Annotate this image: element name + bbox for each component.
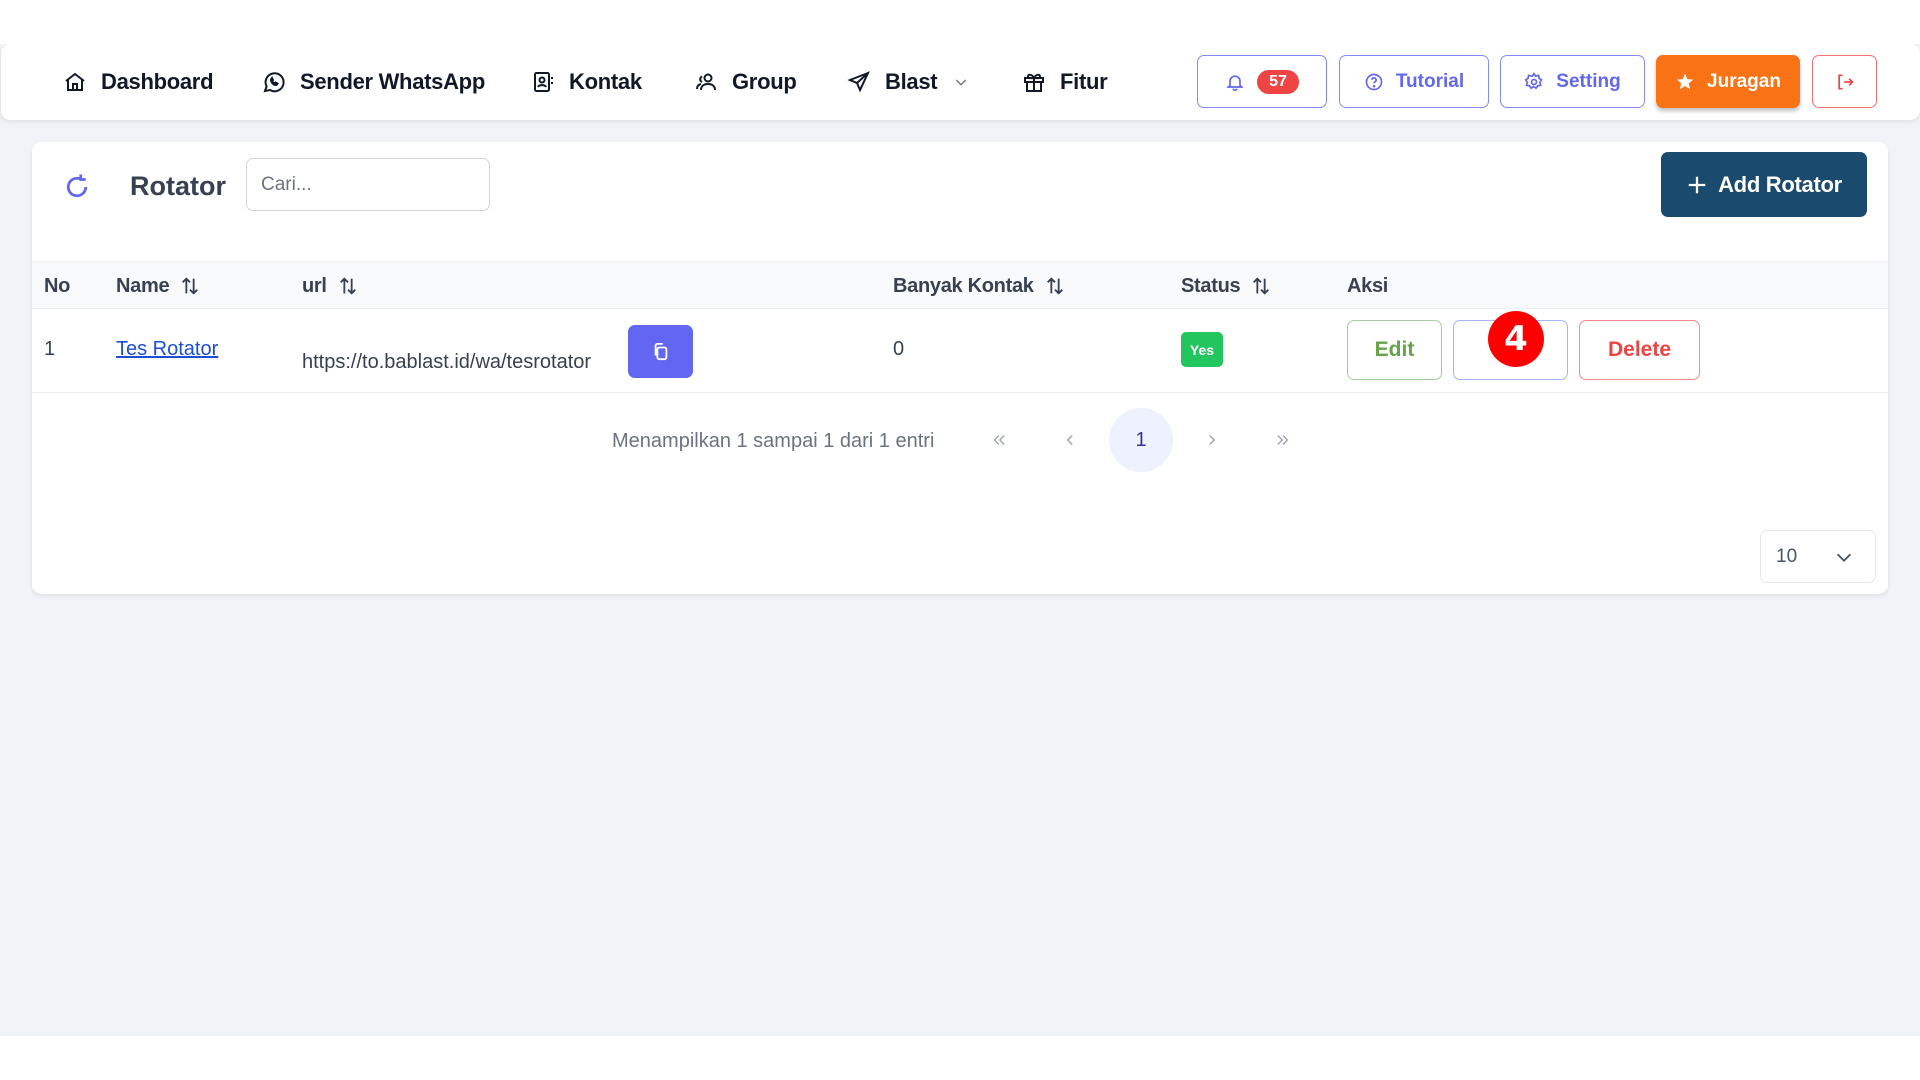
bell-icon <box>1226 74 1244 91</box>
nav-fitur[interactable]: Fitur <box>1022 44 1108 120</box>
rotator-card: Rotator Add Rotator No Name url Banyak K… <box>32 142 1888 594</box>
gear-icon <box>1524 71 1543 89</box>
row-name-link[interactable]: Tes Rotator <box>116 338 218 361</box>
column-header-url[interactable]: url <box>302 262 359 310</box>
sort-icon[interactable] <box>179 275 201 297</box>
nav-group-label: Group <box>732 69 797 94</box>
setting-label: Setting <box>1556 70 1621 92</box>
chevron-left-icon <box>1066 435 1073 445</box>
nav-blast[interactable]: Blast <box>847 44 969 120</box>
chevrons-right-icon <box>1277 435 1289 445</box>
logout-button[interactable] <box>1812 55 1877 108</box>
column-header-aksi: Aksi <box>1347 262 1388 310</box>
column-label: url <box>302 274 327 297</box>
per-page-select[interactable]: 10 <box>1760 530 1876 583</box>
juragan-button[interactable]: Juragan <box>1656 55 1800 108</box>
plus-icon <box>1688 176 1706 193</box>
step-marker-badge: 4 <box>1488 311 1544 367</box>
chevron-down-icon <box>1836 553 1852 562</box>
page-title: Rotator <box>130 171 226 201</box>
column-header-name[interactable]: Name <box>116 262 201 310</box>
copy-url-button[interactable] <box>628 325 693 378</box>
nav-sender-whatsapp[interactable]: Sender WhatsApp <box>262 44 485 120</box>
edit-button[interactable]: Edit <box>1347 320 1442 380</box>
send-icon <box>847 71 870 93</box>
sort-icon[interactable] <box>1044 275 1066 297</box>
juragan-label: Juragan <box>1707 70 1781 92</box>
nav-dashboard-label: Dashboard <box>101 69 214 94</box>
refresh-icon <box>66 174 88 198</box>
setting-button[interactable]: Setting <box>1500 55 1645 108</box>
column-label: Name <box>116 274 170 297</box>
gift-icon <box>1024 73 1044 92</box>
nav-blast-label: Blast <box>885 69 938 94</box>
chevron-right-icon <box>1209 435 1216 445</box>
pagination-info: Menampilkan 1 sampai 1 dari 1 entri <box>612 430 935 452</box>
copy-icon <box>654 342 667 360</box>
nav-fitur-label: Fitur <box>1060 69 1108 94</box>
sort-icon[interactable] <box>1250 275 1272 297</box>
column-header-banyak-kontak[interactable]: Banyak Kontak <box>893 262 1066 310</box>
nav-group[interactable]: Group <box>694 44 797 120</box>
table-header: No Name url Banyak Kontak Status Aksi <box>32 261 1888 309</box>
notifications-button[interactable]: 57 <box>1197 55 1327 108</box>
column-header-status[interactable]: Status <box>1181 262 1272 310</box>
nav-kontak-label: Kontak <box>569 69 642 94</box>
column-label: Banyak Kontak <box>893 274 1034 297</box>
per-page-value: 10 <box>1776 545 1798 567</box>
column-label: No <box>44 274 71 297</box>
logout-icon <box>1837 74 1854 89</box>
first-page-button[interactable] <box>967 408 1031 472</box>
add-rotator-label: Add Rotator <box>1718 171 1842 197</box>
tutorial-label: Tutorial <box>1395 70 1465 92</box>
contact-book-icon <box>534 72 553 92</box>
delete-button[interactable]: Delete <box>1579 320 1700 380</box>
column-label: Aksi <box>1347 274 1389 297</box>
search-input[interactable] <box>246 158 490 211</box>
home-icon <box>65 72 85 91</box>
nav-dashboard[interactable]: Dashboard <box>63 44 214 120</box>
next-page-button[interactable] <box>1180 408 1244 472</box>
help-circle-icon <box>1365 73 1383 90</box>
row-no: 1 <box>44 338 56 360</box>
sort-icon[interactable] <box>337 275 359 297</box>
tutorial-button[interactable]: Tutorial <box>1339 55 1489 108</box>
nav-sender-whatsapp-label: Sender WhatsApp <box>300 69 485 94</box>
page-button-current[interactable]: 1 <box>1109 408 1173 472</box>
table-row: 1 Tes Rotator https://to.bablast.id/wa/t… <box>32 309 1888 393</box>
whatsapp-icon <box>263 72 285 93</box>
users-icon <box>696 73 716 91</box>
add-rotator-button[interactable]: Add Rotator <box>1661 152 1867 217</box>
column-header-no: No <box>44 262 70 310</box>
row-url: https://to.bablast.id/wa/tesrotator <box>302 351 592 373</box>
row-banyak-kontak: 0 <box>893 338 905 360</box>
refresh-button[interactable] <box>62 172 92 202</box>
chevron-down-icon <box>956 79 967 86</box>
status-badge: Yes <box>1181 332 1223 367</box>
last-page-button[interactable] <box>1251 408 1315 472</box>
column-label: Status <box>1181 274 1241 297</box>
nav-kontak[interactable]: Kontak <box>531 44 642 120</box>
chevrons-left-icon <box>993 435 1005 445</box>
notification-count-badge: 57 <box>1257 69 1299 94</box>
prev-page-button[interactable] <box>1038 408 1102 472</box>
star-icon <box>1676 73 1694 89</box>
